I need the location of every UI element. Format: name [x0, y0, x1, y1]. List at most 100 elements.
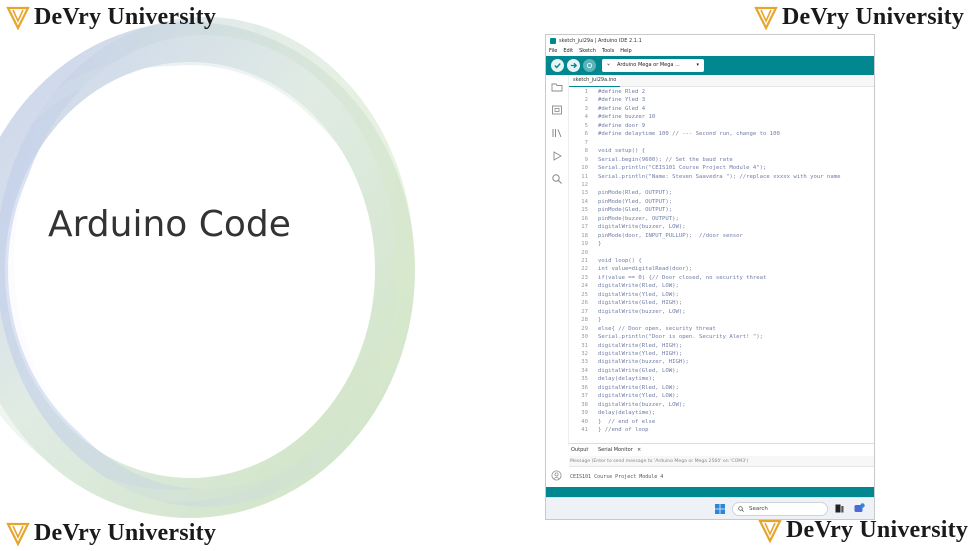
code-text: #define Yled 3	[598, 97, 646, 104]
menu-edit[interactable]: Edit	[563, 47, 573, 56]
line-number: 1	[584, 89, 588, 95]
verify-button[interactable]	[551, 59, 564, 72]
code-line: 41} //end of loop	[569, 426, 874, 434]
line-number: 41	[581, 427, 588, 433]
code-text: void loop() {	[598, 258, 642, 264]
menu-file[interactable]: File	[549, 47, 557, 56]
taskbar-search[interactable]: Search	[732, 502, 828, 516]
code-text: digitalWrite(buzzer, HIGH);	[598, 359, 689, 366]
tab-serial-monitor[interactable]: Serial Monitor	[598, 444, 633, 456]
debug-run-icon[interactable]	[551, 150, 563, 162]
search-icon[interactable]	[551, 173, 563, 185]
code-line: 20	[569, 249, 874, 257]
code-text: digitalWrite(Yled, HIGH);	[598, 350, 683, 357]
logo-text: DeVry University	[782, 4, 965, 30]
chevron-down-icon: ▾	[696, 62, 699, 68]
search-icon	[738, 506, 744, 512]
menu-help[interactable]: Help	[620, 47, 631, 56]
code-text: digitalWrite(Gled, LOW);	[598, 367, 679, 374]
code-text: #define buzzer 10	[598, 114, 656, 121]
code-text: delay(delaytime);	[598, 376, 656, 383]
tab-sketch[interactable]: sketch_jul29a.ino	[569, 75, 621, 87]
taskbar-search-label: Search	[749, 506, 768, 512]
ide-status-bar	[546, 487, 874, 497]
line-number: 5	[584, 122, 588, 129]
code-line: 23 if(value == 0) {// Door closed, no sec…	[569, 274, 874, 282]
line-number: 15	[581, 207, 588, 214]
code-line: 36 digitalWrite(Rled, LOW);	[569, 384, 874, 392]
line-number: 3	[584, 105, 588, 112]
code-line: 14 pinMode(Yled, OUTPUT);	[569, 198, 874, 206]
code-text: pinMode(door, INPUT_PULLUP); //door sens…	[598, 232, 743, 239]
code-line: 38 digitalWrite(buzzer, LOW);	[569, 401, 874, 409]
code-text: pinMode(Rled, OUTPUT);	[598, 190, 673, 197]
menu-bar: File Edit Sketch Tools Help	[546, 47, 874, 56]
menu-tools[interactable]: Tools	[602, 47, 614, 56]
task-view-icon[interactable]	[835, 504, 844, 513]
folder-icon[interactable]	[551, 81, 563, 93]
line-number: 36	[581, 384, 588, 391]
library-icon[interactable]	[551, 127, 563, 139]
line-number: 16	[581, 215, 588, 222]
close-icon[interactable]: ×	[637, 444, 641, 456]
code-line: 31 digitalWrite(Rled, HIGH);	[569, 342, 874, 350]
code-text: digitalWrite(Yled, LOW);	[598, 393, 679, 400]
line-number: 21	[581, 258, 588, 264]
slide-title: Arduino Code	[48, 204, 291, 245]
line-number: 18	[581, 232, 588, 239]
code-line: 8 void setup() {	[569, 147, 874, 155]
code-line: 5 #define door 9	[569, 122, 874, 130]
devry-shield-icon	[758, 519, 782, 543]
line-number: 6	[584, 131, 588, 138]
code-text: digitalWrite(Gled, HIGH);	[598, 300, 683, 307]
windows-taskbar: Search	[546, 497, 874, 519]
windows-start-icon[interactable]	[715, 504, 725, 514]
line-number: 25	[581, 291, 588, 298]
board-selector[interactable]: ⑂ Arduino Mega or Mega ... ▾	[602, 59, 704, 72]
debug-button[interactable]	[583, 59, 596, 72]
devry-shield-icon	[6, 6, 30, 30]
code-line: 30 Serial.println("Door is open. Security…	[569, 333, 874, 341]
code-text: Serial.println("Name: Steven Saavedra ")…	[598, 173, 841, 180]
menu-sketch[interactable]: Sketch	[579, 47, 596, 56]
line-number: 28	[581, 317, 588, 324]
arrow-right-icon	[570, 62, 578, 69]
line-number: 31	[581, 342, 588, 349]
code-text: digitalWrite(Rled, HIGH);	[598, 342, 683, 349]
code-text: pinMode(Gled, OUTPUT);	[598, 207, 673, 214]
line-number: 37	[581, 393, 588, 400]
code-text: pinMode(buzzer, OUTPUT);	[598, 215, 679, 222]
bottom-panel-tabs: Output Serial Monitor ×	[569, 443, 874, 456]
code-text: digitalWrite(buzzer, LOW);	[598, 401, 686, 408]
code-text: Serial.println("CEIS101 Course Project M…	[598, 165, 767, 172]
devry-logo: DeVry University	[6, 4, 216, 31]
line-number: 23	[581, 274, 588, 281]
usb-icon: ⑂	[607, 62, 611, 68]
code-text: digitalWrite(Yled, LOW);	[598, 291, 679, 298]
line-number: 24	[581, 283, 588, 290]
board-manager-icon[interactable]	[551, 104, 563, 116]
devry-shield-icon	[754, 6, 778, 30]
code-line: 37 digitalWrite(Yled, LOW);	[569, 392, 874, 400]
code-text: #define door 9	[598, 122, 646, 129]
arduino-ide-window: sketch_jul29a | Arduino IDE 2.1.1 File E…	[545, 34, 875, 520]
line-number: 35	[581, 376, 588, 383]
code-text: int value=digitalRead(door);	[598, 266, 693, 273]
line-number: 2	[584, 97, 588, 104]
code-line: 4 #define buzzer 10	[569, 113, 874, 121]
window-titlebar: sketch_jul29a | Arduino IDE 2.1.1	[546, 35, 874, 47]
code-text: void setup() {	[598, 148, 646, 155]
code-line: 1 #define Rled 2	[569, 88, 874, 96]
user-icon[interactable]	[551, 470, 562, 481]
tab-output[interactable]: Output	[571, 444, 588, 456]
line-number: 38	[581, 401, 588, 408]
code-editor[interactable]: 1 #define Rled 2 2 #define Yled 3 3 #define G…	[569, 88, 874, 443]
serial-message-input[interactable]: Message (Enter to send message to 'Ardui…	[569, 456, 874, 467]
code-line: 3 #define Gled 4	[569, 105, 874, 113]
chat-icon[interactable]	[854, 503, 865, 514]
code-text: #define Rled 2	[598, 89, 646, 95]
code-line: 21 void loop() {	[569, 257, 874, 265]
upload-button[interactable]	[567, 59, 580, 72]
line-number: 12	[581, 181, 588, 188]
line-number: 32	[581, 350, 588, 357]
